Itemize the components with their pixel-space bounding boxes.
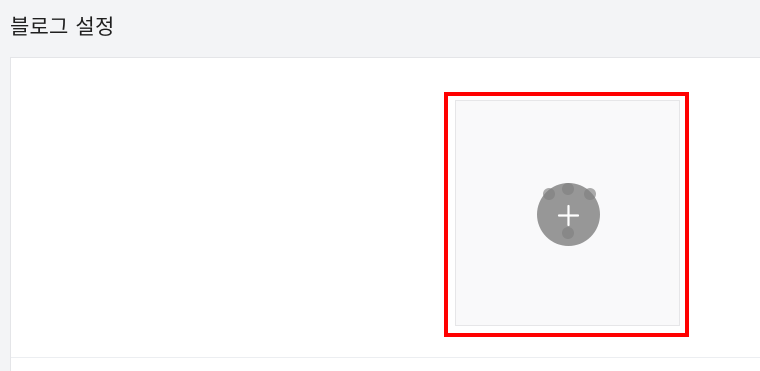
drag-dot-icon — [543, 188, 555, 200]
drag-dot-icon — [562, 183, 574, 195]
drag-dot-icon — [584, 188, 596, 200]
page-title: 블로그 설정 — [10, 15, 115, 39]
settings-panel — [10, 57, 760, 371]
plus-icon — [557, 204, 580, 227]
image-upload-box[interactable] — [455, 100, 680, 326]
panel-divider — [11, 357, 760, 358]
drag-dot-icon — [562, 227, 574, 239]
add-image-button[interactable] — [537, 183, 600, 246]
